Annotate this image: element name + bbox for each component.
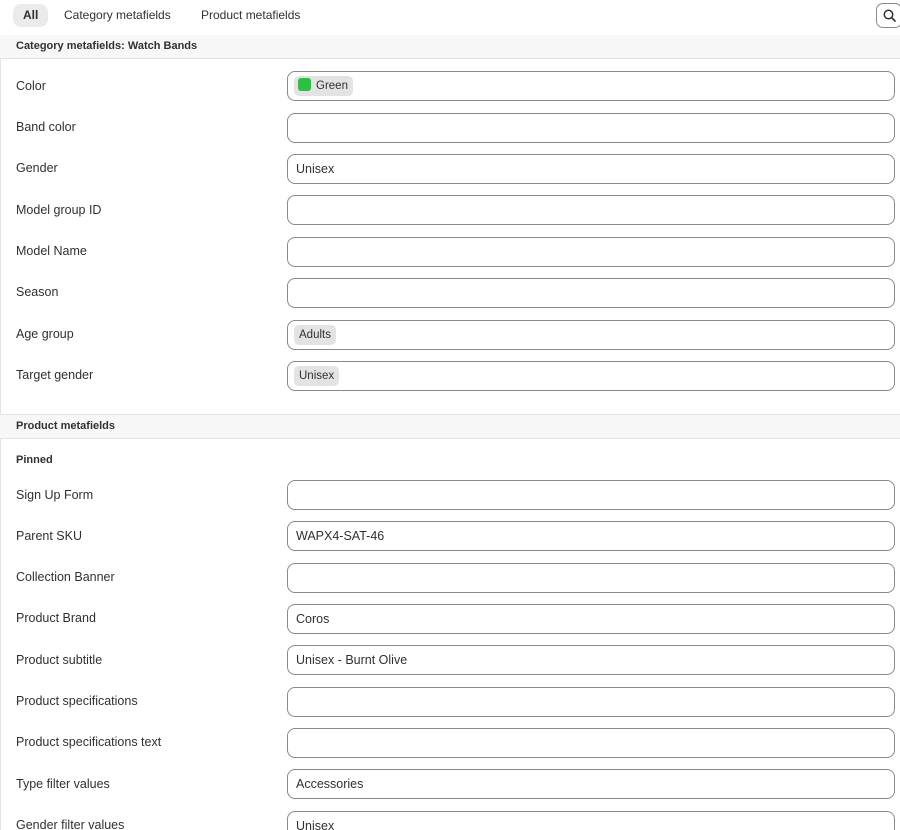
model-name-field[interactable] [287, 237, 895, 267]
field-label-age-group: Age group [16, 327, 74, 341]
field-label-gender-filter-values: Gender filter values [16, 818, 125, 830]
color-swatch [298, 78, 311, 91]
product-section-header: Product metafields [0, 414, 900, 439]
color-chip-label: Green [316, 80, 348, 92]
product-specifications-text-field[interactable] [287, 728, 895, 758]
field-label-model-name: Model Name [16, 244, 87, 258]
field-label-model-group-id: Model group ID [16, 203, 102, 217]
parent-sku-value: WAPX4-SAT-46 [296, 529, 385, 543]
field-label-product-subtitle: Product subtitle [16, 653, 103, 667]
color-field[interactable]: Green [287, 71, 895, 101]
target-gender-chip: Unisex [294, 366, 340, 386]
search-button[interactable] [876, 3, 900, 28]
gender-field[interactable]: Unisex [287, 154, 895, 184]
field-label-product-brand: Product Brand [16, 611, 96, 625]
field-label-type-filter-values: Type filter values [16, 777, 110, 791]
product-specifications-field[interactable] [287, 687, 895, 717]
target-gender-field[interactable]: Unisex [287, 361, 895, 391]
collection-banner-field[interactable] [287, 563, 895, 593]
product-section-title: Product metafields [16, 420, 116, 432]
product-subtitle-field[interactable]: Unisex - Burnt Olive [287, 645, 895, 675]
product-brand-field[interactable]: Coros [287, 604, 895, 634]
gender-filter-values-value: Unisex [296, 819, 335, 830]
field-label-product-specifications-text: Product specifications text [16, 735, 162, 749]
field-label-product-specifications: Product specifications [16, 694, 138, 708]
filter-tabs-bar: All Category metafields Product metafiel… [0, 0, 900, 36]
type-filter-values-field[interactable]: Accessories [287, 769, 895, 799]
band-color-field[interactable] [287, 113, 895, 143]
type-filter-values-value: Accessories [296, 777, 364, 791]
parent-sku-field[interactable]: WAPX4-SAT-46 [287, 521, 895, 551]
metafields-page: All Category metafields Product metafiel… [0, 0, 900, 830]
product-subtitle-value: Unisex - Burnt Olive [296, 653, 408, 667]
gender-filter-values-field[interactable]: Unisex [287, 811, 895, 830]
age-group-chip: Adults [294, 325, 336, 345]
tab-all[interactable]: All [13, 4, 49, 27]
sign-up-form-field[interactable] [287, 480, 895, 510]
product-brand-value: Coros [296, 612, 330, 626]
category-section-header: Category metafields: Watch Bands [0, 35, 900, 59]
model-group-id-field[interactable] [287, 195, 895, 225]
field-label-parent-sku: Parent SKU [16, 529, 83, 543]
category-section-title: Category metafields: Watch Bands [16, 40, 198, 52]
field-label-color: Color [16, 79, 46, 93]
tab-category-metafields[interactable]: Category metafields [54, 4, 181, 27]
season-field[interactable] [287, 278, 895, 308]
field-label-season: Season [16, 285, 59, 299]
field-label-target-gender: Target gender [16, 368, 94, 382]
search-icon [883, 9, 896, 22]
pinned-label: Pinned [16, 454, 53, 466]
tab-product-metafields[interactable]: Product metafields [191, 4, 310, 27]
age-group-field[interactable]: Adults [287, 320, 895, 350]
field-label-band-color: Band color [16, 120, 76, 134]
field-label-gender: Gender [16, 161, 58, 175]
gender-value: Unisex [296, 162, 335, 176]
field-label-sign-up-form: Sign Up Form [16, 488, 94, 502]
color-chip: Green [294, 76, 353, 96]
field-label-collection-banner: Collection Banner [16, 570, 115, 584]
